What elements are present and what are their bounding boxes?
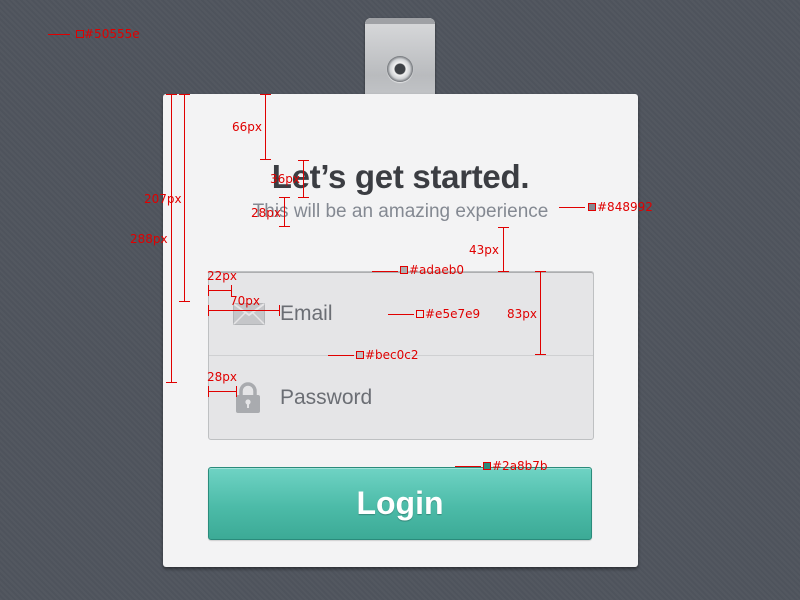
annotation-83: 83px: [507, 307, 537, 321]
color-swatch-subtitle: [588, 203, 596, 211]
annotation-line: [284, 197, 285, 226]
annotation-70: 70px: [230, 294, 260, 308]
annotation-color-button: #2a8b7b: [492, 459, 548, 473]
email-label: Email: [280, 301, 333, 325]
color-swatch-button: [483, 462, 491, 470]
annotation-line: [208, 391, 237, 392]
annotation-color-input-top: #adaeb0: [409, 263, 465, 277]
annotation-tick: [179, 301, 190, 302]
annotation-22: 22px: [207, 269, 237, 283]
annotation-color-input-border: #bec0c2: [365, 348, 419, 362]
color-swatch-input-border: [356, 351, 364, 359]
lock-icon: [236, 381, 260, 413]
color-swatch-input-fill: [416, 310, 424, 318]
annotation-43: 43px: [469, 243, 499, 257]
color-swatch-bg: [76, 30, 84, 38]
annotation-color-subtitle: #848992: [597, 200, 653, 214]
annotation-line: [328, 355, 354, 356]
annotation-color-bg: #50555e: [84, 27, 140, 41]
password-label: Password: [280, 385, 373, 409]
annotation-tick: [260, 94, 271, 95]
annotation-line: [372, 271, 398, 272]
annotation-line: [540, 271, 541, 354]
annotation-line: [48, 34, 70, 35]
password-field[interactable]: Password: [209, 355, 593, 439]
annotation-tick: [279, 305, 280, 316]
color-swatch-input-top: [400, 266, 408, 274]
annotation-color-input-fill: #e5e7e9: [425, 307, 481, 321]
annotation-tick: [236, 386, 237, 397]
annotation-line: [171, 94, 172, 382]
annotation-line: [455, 466, 481, 467]
annotation-207: 207px: [144, 192, 182, 206]
annotation-tick: [260, 159, 271, 160]
annotation-tick: [279, 226, 290, 227]
login-button[interactable]: Login: [208, 467, 592, 540]
annotation-28a: 28px: [251, 206, 281, 220]
annotation-line: [208, 290, 232, 291]
annotation-line: [265, 94, 266, 160]
annotation-28b: 28px: [207, 370, 237, 384]
annotation-tick: [208, 386, 209, 397]
annotation-line: [184, 94, 185, 301]
annotation-tick: [535, 354, 546, 355]
annotation-tick: [535, 271, 546, 272]
annotation-tick: [208, 285, 209, 296]
annotation-tick: [166, 382, 177, 383]
clip-rivet-icon: [387, 56, 413, 82]
annotation-tick: [279, 197, 290, 198]
annotation-tick: [179, 94, 190, 95]
annotation-line: [303, 160, 304, 197]
annotation-tick: [208, 305, 209, 316]
annotation-line: [208, 310, 280, 311]
annotation-line: [559, 207, 585, 208]
annotation-tick: [298, 197, 309, 198]
annotation-tick: [498, 227, 509, 228]
annotation-tick: [298, 160, 309, 161]
annotation-line: [503, 227, 504, 271]
annotation-36: 36px: [270, 172, 300, 186]
page-title: Let’s get started.: [271, 158, 530, 195]
page-subtitle: This will be an amazing experience: [252, 201, 549, 222]
annotation-tick: [498, 271, 509, 272]
annotation-288: 288px: [130, 232, 168, 246]
annotation-66: 66px: [232, 120, 262, 134]
annotation-line: [388, 314, 414, 315]
annotation-tick: [166, 94, 177, 95]
